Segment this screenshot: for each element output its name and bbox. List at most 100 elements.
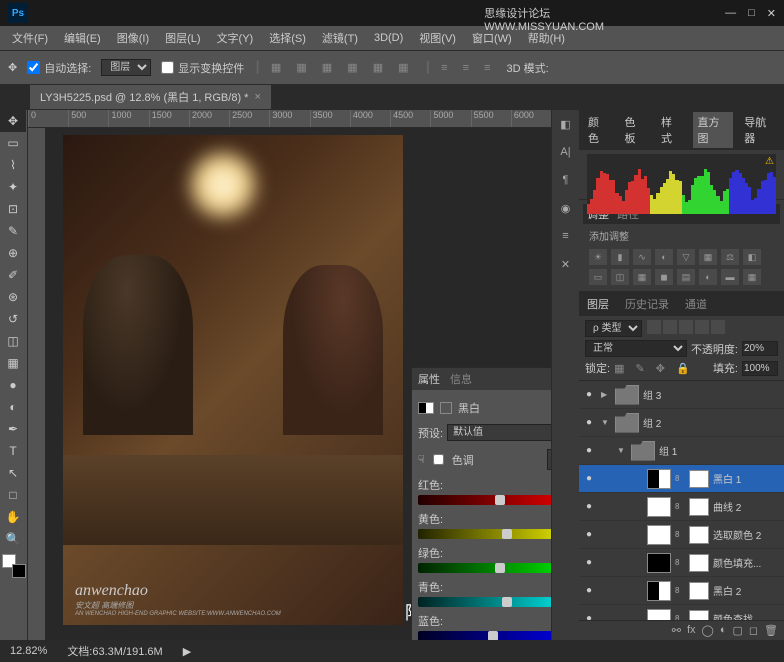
- autoselect-checkbox[interactable]: [27, 61, 40, 74]
- layer-visibility-icon[interactable]: ●: [581, 473, 597, 484]
- layer-mask-thumbnail[interactable]: [689, 554, 709, 572]
- histo-tab[interactable]: 颜色: [583, 112, 614, 148]
- layers-tab[interactable]: 图层: [583, 294, 613, 314]
- channels-tab[interactable]: 通道: [681, 294, 711, 314]
- tint-checkbox[interactable]: [433, 454, 444, 465]
- fill-input[interactable]: [742, 361, 778, 376]
- adj-curves-icon[interactable]: ∿: [633, 249, 651, 265]
- background-swatch[interactable]: [12, 564, 26, 578]
- auto-button[interactable]: 自动: [547, 449, 551, 470]
- zoom-level[interactable]: 12.82%: [10, 645, 47, 657]
- lock-icons[interactable]: ▦ ✎ ✥ 🔒: [614, 362, 694, 375]
- menu-item[interactable]: 编辑(E): [58, 28, 107, 48]
- layer-row[interactable]: ●▼组 2: [579, 409, 784, 437]
- lasso-tool[interactable]: ⌇: [0, 154, 26, 176]
- brush-tool[interactable]: ✐: [0, 264, 26, 286]
- adj-levels-icon[interactable]: ▮: [611, 249, 629, 265]
- layer-name[interactable]: 组 3: [643, 387, 661, 402]
- layer-mask-thumbnail[interactable]: [689, 498, 709, 516]
- menu-item[interactable]: 图层(L): [159, 28, 206, 48]
- distribute-icons[interactable]: ≡ ≡ ≡: [441, 62, 496, 74]
- adj-mixer-icon[interactable]: ◫: [611, 269, 629, 285]
- strip-icon-1[interactable]: ◧: [556, 114, 576, 134]
- layer-row[interactable]: ●8选取颜色 2: [579, 521, 784, 549]
- adj-hue-icon[interactable]: ▦: [699, 249, 717, 265]
- eyedropper-tool[interactable]: ✎: [0, 220, 26, 242]
- pen-tool[interactable]: ✒: [0, 418, 26, 440]
- histo-tab[interactable]: 色板: [620, 112, 651, 148]
- autoselect-dropdown[interactable]: 图层: [101, 59, 151, 76]
- layer-mask-icon[interactable]: ◯: [702, 624, 714, 637]
- blend-mode-dropdown[interactable]: 正常: [585, 340, 687, 357]
- layer-expand-icon[interactable]: ▼: [601, 418, 611, 427]
- layer-row[interactable]: ●8颜色填充...: [579, 549, 784, 577]
- layer-thumbnail[interactable]: [647, 609, 671, 621]
- document-tab[interactable]: LY3H5225.psd @ 12.8% (黑白 1, RGB/8) * ×: [30, 85, 271, 109]
- slider-thumb[interactable]: [488, 631, 498, 640]
- layer-mask-thumbnail[interactable]: [689, 470, 709, 488]
- adj-gradmap-icon[interactable]: ▬: [721, 269, 739, 285]
- adj-photo-icon[interactable]: ▭: [589, 269, 607, 285]
- preset-dropdown[interactable]: 默认值: [447, 424, 551, 441]
- slider-track[interactable]: [418, 597, 551, 607]
- stamp-tool[interactable]: ⊛: [0, 286, 26, 308]
- layer-thumbnail[interactable]: [615, 413, 639, 433]
- opacity-input[interactable]: [742, 341, 778, 356]
- window-minimize[interactable]: —: [725, 7, 736, 20]
- layer-visibility-icon[interactable]: ●: [581, 585, 597, 596]
- adj-colorbal-icon[interactable]: ⚖: [721, 249, 739, 265]
- slider-thumb[interactable]: [495, 495, 505, 505]
- strip-char-icon[interactable]: A|: [556, 142, 576, 162]
- new-adj-icon[interactable]: ◐: [720, 624, 727, 637]
- layer-filter-icons[interactable]: [646, 320, 726, 337]
- link-layers-icon[interactable]: ⚯: [672, 624, 681, 637]
- gradient-tool[interactable]: ▦: [0, 352, 26, 374]
- strip-icon-5[interactable]: ≡: [556, 226, 576, 246]
- layer-mask-thumbnail[interactable]: [689, 526, 709, 544]
- layer-row[interactable]: ●8颜色查找 ...: [579, 605, 784, 620]
- layer-name[interactable]: 组 1: [659, 443, 677, 458]
- shape-tool[interactable]: □: [0, 484, 26, 506]
- layer-row[interactable]: ●8曲线 2: [579, 493, 784, 521]
- strip-para-icon[interactable]: ¶: [556, 170, 576, 190]
- layer-expand-icon[interactable]: ▼: [617, 446, 627, 455]
- adj-lookup-icon[interactable]: ▦: [633, 269, 651, 285]
- layer-thumbnail[interactable]: [647, 581, 671, 601]
- layer-mask-thumbnail[interactable]: [689, 610, 709, 621]
- histo-tab[interactable]: 样式: [656, 112, 687, 148]
- blur-tool[interactable]: ●: [0, 374, 26, 396]
- new-group-icon[interactable]: ▢: [732, 624, 742, 637]
- layer-name[interactable]: 黑白 2: [713, 583, 741, 598]
- adj-thresh-icon[interactable]: ◐: [699, 269, 717, 285]
- targeted-icon[interactable]: ☟: [418, 453, 425, 466]
- layer-name[interactable]: 颜色填充...: [713, 555, 761, 570]
- slider-track[interactable]: [418, 529, 551, 539]
- menu-item[interactable]: 选择(S): [263, 28, 312, 48]
- menu-item[interactable]: 滤镜(T): [316, 28, 364, 48]
- menu-item[interactable]: 文件(F): [6, 28, 54, 48]
- wand-tool[interactable]: ✦: [0, 176, 26, 198]
- layer-name[interactable]: 选取颜色 2: [713, 527, 761, 542]
- layer-visibility-icon[interactable]: ●: [581, 613, 597, 620]
- layer-visibility-icon[interactable]: ●: [581, 557, 597, 568]
- menu-item[interactable]: 视图(V): [413, 28, 462, 48]
- type-tool[interactable]: T: [0, 440, 26, 462]
- layer-thumbnail[interactable]: [647, 469, 671, 489]
- adj-select-icon[interactable]: ▦: [743, 269, 761, 285]
- path-tool[interactable]: ↖: [0, 462, 26, 484]
- crop-tool[interactable]: ⊡: [0, 198, 26, 220]
- zoom-tool[interactable]: 🔍: [0, 528, 26, 550]
- histogram-warning-icon[interactable]: ⚠: [765, 156, 774, 167]
- slider-track[interactable]: [418, 563, 551, 573]
- layer-visibility-icon[interactable]: ●: [581, 417, 597, 428]
- tab-close-icon[interactable]: ×: [254, 91, 260, 103]
- menu-item[interactable]: 图像(I): [111, 28, 155, 48]
- layer-thumbnail[interactable]: [647, 525, 671, 545]
- transform-checkbox[interactable]: [161, 61, 174, 74]
- slider-thumb[interactable]: [502, 529, 512, 539]
- layer-visibility-icon[interactable]: ●: [581, 501, 597, 512]
- history-tab[interactable]: 历史记录: [621, 294, 673, 314]
- layer-thumbnail[interactable]: [631, 441, 655, 461]
- layer-mask-thumbnail[interactable]: [689, 582, 709, 600]
- history-brush-tool[interactable]: ↺: [0, 308, 26, 330]
